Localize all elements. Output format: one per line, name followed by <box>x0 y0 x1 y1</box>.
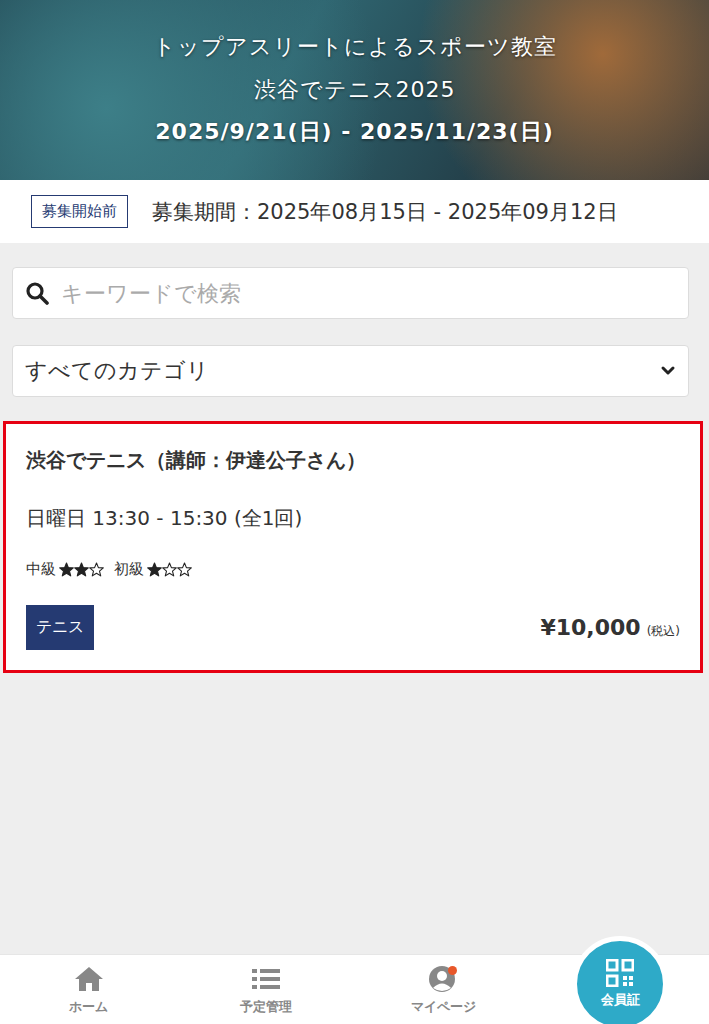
price-amount: ¥10,000 <box>540 615 640 640</box>
category-tag: テニス <box>26 605 94 650</box>
nav-label: 予定管理 <box>240 998 292 1016</box>
star-empty-icon <box>162 562 177 577</box>
course-card[interactable]: 渋谷でテニス（講師：伊達公子さん） 日曜日 13:30 - 15:30 (全1回)… <box>3 421 703 673</box>
level-rating: 中級 <box>26 560 106 579</box>
hero-subtitle: トップアスリートによるスポーツ教室 <box>153 33 557 62</box>
star-filled-icon <box>74 562 89 577</box>
star-filled-icon <box>147 562 162 577</box>
level-label: 中級 <box>26 560 56 579</box>
hero-dates: 2025/9/21(日) - 2025/11/23(日) <box>155 118 553 147</box>
star-filled-icon <box>59 562 74 577</box>
chevron-down-icon <box>660 365 676 377</box>
nav-label: 会員証 <box>601 991 640 1009</box>
home-icon <box>73 964 105 994</box>
status-badge: 募集開始前 <box>31 195 128 228</box>
nav-slot: 会員証 <box>532 955 709 1024</box>
hero-title: 渋谷でテニス2025 <box>254 76 456 105</box>
nav-item[interactable]: マイページ <box>355 955 532 1024</box>
star-row <box>59 562 104 577</box>
search-input[interactable] <box>59 280 676 307</box>
level-label: 初級 <box>114 560 144 579</box>
course-price: ¥10,000 (税込) <box>540 615 680 640</box>
search-field[interactable] <box>12 267 689 319</box>
nav-item[interactable]: ホーム <box>0 955 177 1024</box>
nav-icon-box <box>427 964 459 994</box>
category-select[interactable]: すべてのカテゴリ <box>12 345 689 397</box>
notification-dot <box>448 966 457 975</box>
star-empty-icon <box>89 562 104 577</box>
price-tax: (税込) <box>647 623 680 640</box>
bottom-nav: ホーム 予定管理 マイページ 会員証 <box>0 954 709 1024</box>
content-spacer <box>0 673 709 954</box>
list-icon <box>250 964 282 994</box>
qr-code-icon <box>606 959 634 987</box>
level-rating: 初級 <box>114 560 194 579</box>
category-value: すべてのカテゴリ <box>25 356 209 386</box>
nav-label: マイページ <box>411 998 476 1016</box>
member-card-button[interactable]: 会員証 <box>572 936 668 1024</box>
course-footer: テニス ¥10,000 (税込) <box>26 605 680 650</box>
star-row <box>147 562 192 577</box>
recruitment-period: 募集期間：2025年08月15日 - 2025年09月12日 <box>152 198 618 226</box>
nav-item[interactable]: 予定管理 <box>177 955 354 1024</box>
search-icon <box>25 281 49 305</box>
hero-banner: トップアスリートによるスポーツ教室渋谷でテニス2025 2025/9/21(日) … <box>0 0 709 180</box>
course-title: 渋谷でテニス（講師：伊達公子さん） <box>26 446 680 474</box>
course-schedule: 日曜日 13:30 - 15:30 (全1回) <box>26 504 680 532</box>
nav-label: ホーム <box>69 998 108 1016</box>
nav-icon-box <box>73 964 105 994</box>
course-levels: 中級 初級 <box>26 560 680 579</box>
nav-icon-box <box>250 964 282 994</box>
star-empty-icon <box>177 562 192 577</box>
recruitment-bar: 募集開始前募集期間：2025年08月15日 - 2025年09月12日 <box>0 180 709 243</box>
